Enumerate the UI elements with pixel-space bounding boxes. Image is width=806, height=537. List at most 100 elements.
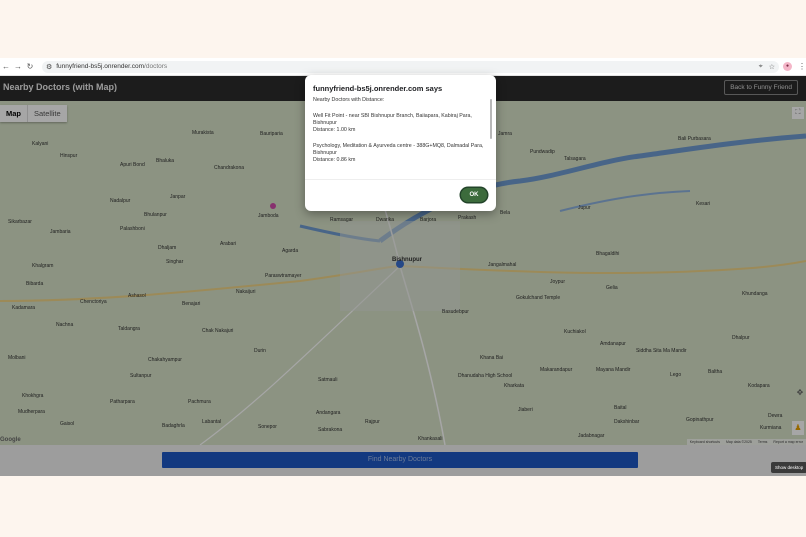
find-nearby-doctors-button[interactable]: Find Nearby Doctors — [162, 452, 638, 468]
place-label: Pachmura — [188, 399, 211, 405]
place-label: Hinspur — [60, 153, 78, 159]
google-logo: Google — [0, 437, 21, 443]
place-label: Jadabnagar — [578, 433, 605, 439]
doctor-name: Well Fit Point - near SBI Bishnupur Bran… — [313, 113, 472, 126]
place-label: Bauriparia — [260, 131, 283, 137]
doctor-distance: Distance: 1.00 km — [313, 127, 356, 133]
find-area: Find Nearby Doctors — [0, 445, 806, 476]
keyboard-shortcuts-link[interactable]: Keyboard shortcuts — [690, 440, 720, 444]
place-label: Khankasali — [418, 436, 443, 442]
place-label: Kurmiana — [760, 425, 782, 431]
place-label: Labantal — [202, 419, 222, 425]
place-label: Baltha — [708, 369, 723, 375]
place-label: Ramsagar — [330, 217, 354, 223]
place-label: Sultanpur — [130, 373, 152, 379]
address-bar[interactable]: ⚙ funnyfriend-bs5j.onrender.com/doctors … — [41, 60, 780, 73]
dialog-body[interactable]: Nearby Doctors with Distance: Well Fit P… — [313, 97, 491, 175]
place-label: Gaisol — [60, 421, 75, 427]
place-label: Bibarda — [26, 281, 44, 287]
reload-icon[interactable]: ↻ — [24, 62, 36, 71]
map-type-satellite-button[interactable]: Satellite — [27, 105, 67, 122]
omnibox-actions: ⌖ ☆ — [759, 63, 775, 71]
doctor-entry: Psychology, Meditation & Ayurveda centre… — [313, 143, 491, 164]
place-label: Andangara — [316, 410, 341, 416]
show-desktop-tooltip: Show desktop — [771, 462, 806, 473]
place-label: Murakista — [192, 130, 214, 136]
url-text: funnyfriend-bs5j.onrender.com/doctors — [56, 63, 167, 70]
place-label: Taldangra — [118, 326, 140, 332]
place-label: Joypur — [550, 279, 566, 285]
place-label: Dhaljam — [158, 245, 177, 251]
place-label: Kadamara — [12, 305, 36, 311]
url-host: funnyfriend-bs5j.onrender.com — [56, 63, 145, 70]
place-label: Sonepor — [258, 424, 277, 430]
alert-dialog: funnyfriend-bs5j.onrender.com says Nearb… — [305, 75, 496, 211]
place-label: Chakahyampur — [148, 357, 182, 363]
browser-toolbar: ← → ↻ ⚙ funnyfriend-bs5j.onrender.com/do… — [0, 58, 806, 76]
place-label: Lego — [670, 372, 682, 378]
map-type-control: Map Satellite — [0, 105, 67, 122]
place-label: Jiaberi — [518, 407, 533, 413]
place-label: Sikarbazar — [8, 219, 32, 225]
place-label: Gelia — [606, 285, 618, 291]
place-label: Gopinathpur — [686, 417, 714, 423]
place-label-major: Bishnupur — [392, 257, 422, 263]
place-label: Khokhgra — [22, 393, 44, 399]
place-label: Mayana Mandir — [596, 367, 631, 373]
back-nav-icon[interactable]: ← — [0, 62, 12, 71]
profile-avatar[interactable]: ● — [783, 62, 792, 71]
place-label: Nakaijuri — [236, 289, 256, 295]
place-label: Jamra — [498, 131, 512, 137]
place-label: Pundwadip — [530, 149, 555, 155]
fullscreen-icon[interactable]: ⛶ — [792, 107, 804, 119]
place-label: Jupur — [578, 205, 591, 211]
place-label: Agarda — [282, 248, 299, 254]
place-label: Gokulchand Temple — [516, 295, 561, 301]
doctor-entry: Well Fit Point - near SBI Bishnupur Bran… — [313, 113, 491, 134]
place-label: Bela — [500, 210, 511, 216]
place-label: Chak Nakajuri — [202, 328, 234, 334]
place-label: Singhar — [166, 259, 184, 265]
url-path: /doctors — [144, 63, 168, 70]
place-label: Kesari — [696, 201, 711, 207]
map-type-map-button[interactable]: Map — [0, 105, 27, 122]
place-label: Talsagara — [564, 156, 586, 162]
place-label: Nachna — [56, 322, 74, 328]
place-label: Chenctoriya — [80, 299, 107, 305]
place-label: Dhalpur — [732, 335, 750, 341]
forward-nav-icon[interactable]: → — [12, 62, 24, 71]
poi-marker — [270, 203, 276, 209]
place-label: Basudebpur — [442, 309, 469, 315]
place-label: Mudherpara — [18, 409, 45, 415]
doctor-distance: Distance: 0.86 km — [313, 157, 356, 163]
dialog-title: funnyfriend-bs5j.onrender.com says — [313, 84, 443, 93]
place-label: Kharkata — [504, 383, 525, 389]
back-to-funny-friend-button[interactable]: Back to Funny Friend — [724, 80, 798, 95]
terms-link[interactable]: Terms — [758, 440, 768, 444]
place-label: Apuri Bond — [120, 162, 145, 168]
browser-menu-icon[interactable]: ⋮ — [798, 62, 806, 71]
place-label: Molbani — [8, 355, 26, 361]
place-label: Dakshinbar — [614, 419, 640, 425]
place-label: Jamboda — [258, 213, 279, 219]
bookmark-star-icon[interactable]: ☆ — [769, 63, 775, 71]
map-camera-control-icon[interactable]: ✥ — [794, 388, 806, 400]
place-label: Sabrakona — [318, 427, 343, 433]
place-label: Chandrakona — [214, 165, 245, 171]
dialog-heading: Nearby Doctors with Distance: — [313, 97, 385, 103]
place-label: Jambaria — [50, 229, 71, 235]
place-label: Kuchiakol — [564, 329, 586, 335]
place-label: Kalyani — [32, 141, 49, 147]
report-map-error-link[interactable]: Report a map error — [773, 440, 803, 444]
location-icon[interactable]: ⌖ — [759, 63, 763, 71]
pegman-icon[interactable]: ♟ — [792, 421, 804, 435]
place-label: Rajpur — [365, 419, 380, 425]
page-title: Nearby Doctors (with Map) — [3, 82, 118, 92]
dialog-divider — [305, 179, 496, 180]
place-label: Paraswtramayer — [265, 273, 302, 279]
place-label: Kodapara — [748, 383, 770, 389]
place-label: Dwarika — [376, 217, 395, 223]
ok-button[interactable]: OK — [461, 188, 487, 202]
dialog-scrollbar[interactable] — [490, 99, 492, 139]
site-info-icon[interactable]: ⚙ — [46, 63, 52, 71]
